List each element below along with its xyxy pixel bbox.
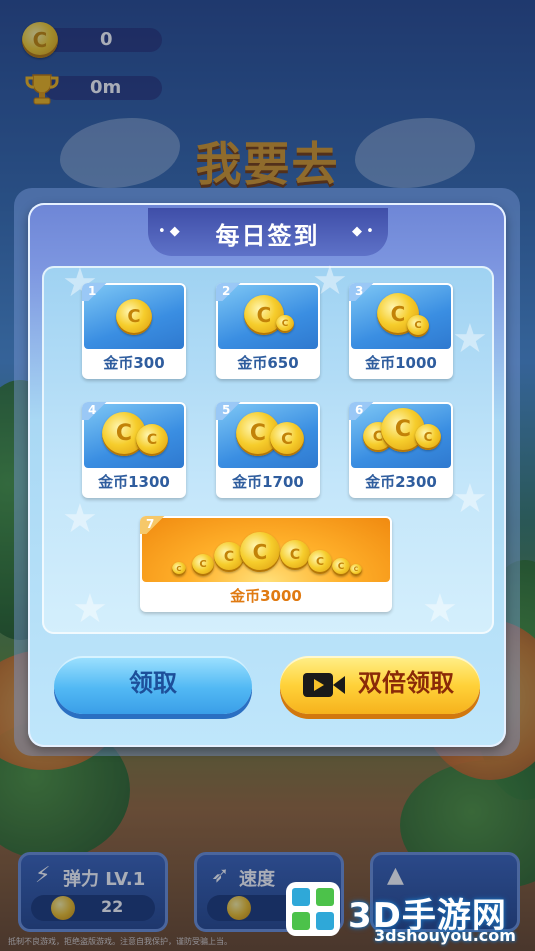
site-logo-icon [286, 882, 340, 936]
reward-day-2[interactable]: 2 金币650 [216, 283, 320, 379]
modal-title: 每日签到 [215, 222, 320, 250]
watermark-url: 3dshouyou.com [374, 926, 516, 945]
reward-day-5[interactable]: 5 金币1700 [216, 402, 320, 498]
day-number: 5 [216, 402, 242, 420]
reward-label: 金币2300 [365, 473, 437, 491]
claim-button[interactable]: 领取 [54, 656, 252, 714]
double-claim-label: 双倍领取 [358, 669, 454, 697]
day-number: 3 [349, 283, 375, 301]
video-icon [303, 673, 345, 697]
reward-label: 金币650 [237, 354, 299, 372]
reward-day-6[interactable]: 6 金币2300 [349, 402, 453, 498]
reward-label: 金币3000 [230, 587, 302, 605]
reward-label: 金币1000 [365, 354, 437, 372]
reward-day-4[interactable]: 4 金币1300 [82, 402, 186, 498]
day-number: 4 [82, 402, 108, 420]
double-claim-button[interactable]: 双倍领取 [280, 656, 480, 714]
day-number: 2 [216, 283, 242, 301]
day-number: 1 [82, 283, 108, 301]
reward-label: 金币1700 [232, 473, 304, 491]
day-number: 7 [140, 516, 166, 534]
reward-label: 金币300 [103, 354, 165, 372]
reward-label: 金币1300 [98, 473, 170, 491]
reward-day-3[interactable]: 3 金币1000 [349, 283, 453, 379]
day-number: 6 [349, 402, 375, 420]
reward-day-7[interactable]: 7 金币3000 [140, 516, 392, 612]
reward-day-1[interactable]: 1 金币300 [82, 283, 186, 379]
